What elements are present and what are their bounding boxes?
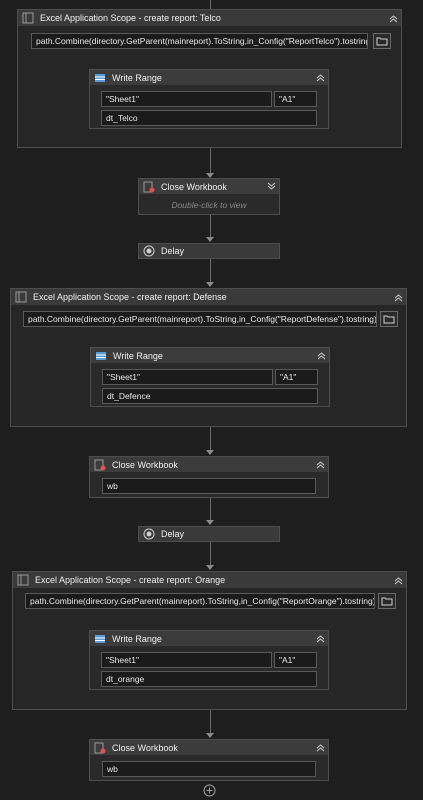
sheet-name-field[interactable]: "Sheet1": [101, 652, 272, 668]
close-workbook-icon: [94, 742, 106, 753]
write-range-activity[interactable]: Write Range "Sheet1" "A1" dt_Defence: [90, 347, 330, 407]
datatable-field[interactable]: dt_orange: [101, 671, 317, 687]
delay-title: Delay: [161, 246, 185, 256]
close-workbook-title: Close Workbook: [112, 742, 178, 753]
excel-scope-icon: [22, 12, 34, 24]
delay-activity-2[interactable]: Delay: [138, 526, 280, 542]
collapse-icon[interactable]: [390, 289, 406, 305]
close-workbook-activity-3[interactable]: Close Workbook wb: [89, 739, 329, 781]
workbook-path-field[interactable]: path.Combine(directory.GetParent(mainrep…: [25, 593, 375, 609]
delay-icon: [143, 245, 155, 257]
close-workbook-header[interactable]: Close Workbook: [139, 179, 279, 194]
write-range-activity[interactable]: Write Range "Sheet1" "A1" dt_Telco: [89, 69, 329, 129]
folder-icon: [376, 37, 388, 46]
starting-cell-field[interactable]: "A1": [274, 91, 317, 107]
workbook-path-field[interactable]: path.Combine(directory.GetParent(mainrep…: [31, 33, 368, 49]
browse-folder-button[interactable]: [378, 593, 396, 609]
collapse-icon[interactable]: [390, 572, 406, 588]
write-range-icon: [96, 351, 106, 360]
excel-scope-icon: [17, 574, 29, 586]
browse-folder-button[interactable]: [380, 311, 398, 327]
collapse-icon[interactable]: [312, 457, 328, 473]
close-workbook-title: Close Workbook: [161, 181, 227, 192]
write-range-header[interactable]: Write Range: [90, 631, 328, 646]
workbook-path-field[interactable]: path.Combine(directory.GetParent(mainrep…: [23, 311, 377, 327]
close-workbook-icon: [143, 181, 155, 192]
scope-title: Excel Application Scope - create report:…: [40, 13, 221, 23]
collapse-icon[interactable]: [385, 10, 401, 26]
excel-scope-orange[interactable]: Excel Application Scope - create report:…: [12, 571, 407, 710]
double-click-hint: Double-click to view: [171, 200, 247, 210]
write-range-title: Write Range: [112, 72, 162, 83]
sheet-name-field[interactable]: "Sheet1": [101, 91, 272, 107]
starting-cell-field[interactable]: "A1": [275, 369, 318, 385]
collapse-icon[interactable]: [313, 348, 329, 364]
sheet-name-field[interactable]: "Sheet1": [102, 369, 273, 385]
close-workbook-header[interactable]: Close Workbook: [90, 740, 328, 755]
delay-icon: [143, 528, 155, 540]
close-workbook-activity-1[interactable]: Close Workbook Double-click to view: [138, 178, 280, 215]
write-range-header[interactable]: Write Range: [90, 70, 328, 85]
close-workbook-activity-2[interactable]: Close Workbook wb: [89, 456, 329, 498]
collapse-icon[interactable]: [312, 740, 328, 756]
datatable-field[interactable]: dt_Defence: [102, 388, 318, 404]
expand-icon[interactable]: [263, 179, 279, 195]
collapse-icon[interactable]: [312, 631, 328, 647]
starting-cell-field[interactable]: "A1": [274, 652, 317, 668]
add-activity-button[interactable]: [203, 784, 216, 797]
close-workbook-icon: [94, 459, 106, 470]
datatable-field[interactable]: dt_Telco: [101, 110, 317, 126]
write-range-title: Write Range: [112, 633, 162, 644]
scope-title: Excel Application Scope - create report:…: [35, 575, 226, 585]
delay-activity-1[interactable]: Delay: [138, 243, 280, 259]
scope-header[interactable]: Excel Application Scope - create report:…: [13, 572, 406, 588]
scope-title: Excel Application Scope - create report:…: [33, 292, 227, 302]
collapse-icon[interactable]: [312, 70, 328, 86]
write-range-icon: [95, 634, 105, 643]
folder-icon: [381, 597, 393, 606]
excel-scope-telco[interactable]: Excel Application Scope - create report:…: [17, 9, 402, 148]
workbook-field[interactable]: wb: [102, 478, 316, 494]
add-activity-icon: [203, 784, 216, 797]
write-range-header[interactable]: Write Range: [91, 348, 329, 363]
workbook-field[interactable]: wb: [102, 761, 316, 777]
folder-icon: [383, 315, 395, 324]
write-range-title: Write Range: [113, 350, 163, 361]
write-range-activity[interactable]: Write Range "Sheet1" "A1" dt_orange: [89, 630, 329, 690]
write-range-icon: [95, 73, 105, 82]
delay-title: Delay: [161, 529, 185, 539]
browse-folder-button[interactable]: [373, 33, 391, 49]
excel-scope-defense[interactable]: Excel Application Scope - create report:…: [10, 288, 407, 427]
excel-scope-icon: [15, 291, 27, 303]
close-workbook-title: Close Workbook: [112, 459, 178, 470]
close-workbook-header[interactable]: Close Workbook: [90, 457, 328, 472]
scope-header[interactable]: Excel Application Scope - create report:…: [11, 289, 406, 305]
scope-header[interactable]: Excel Application Scope - create report:…: [18, 10, 401, 26]
